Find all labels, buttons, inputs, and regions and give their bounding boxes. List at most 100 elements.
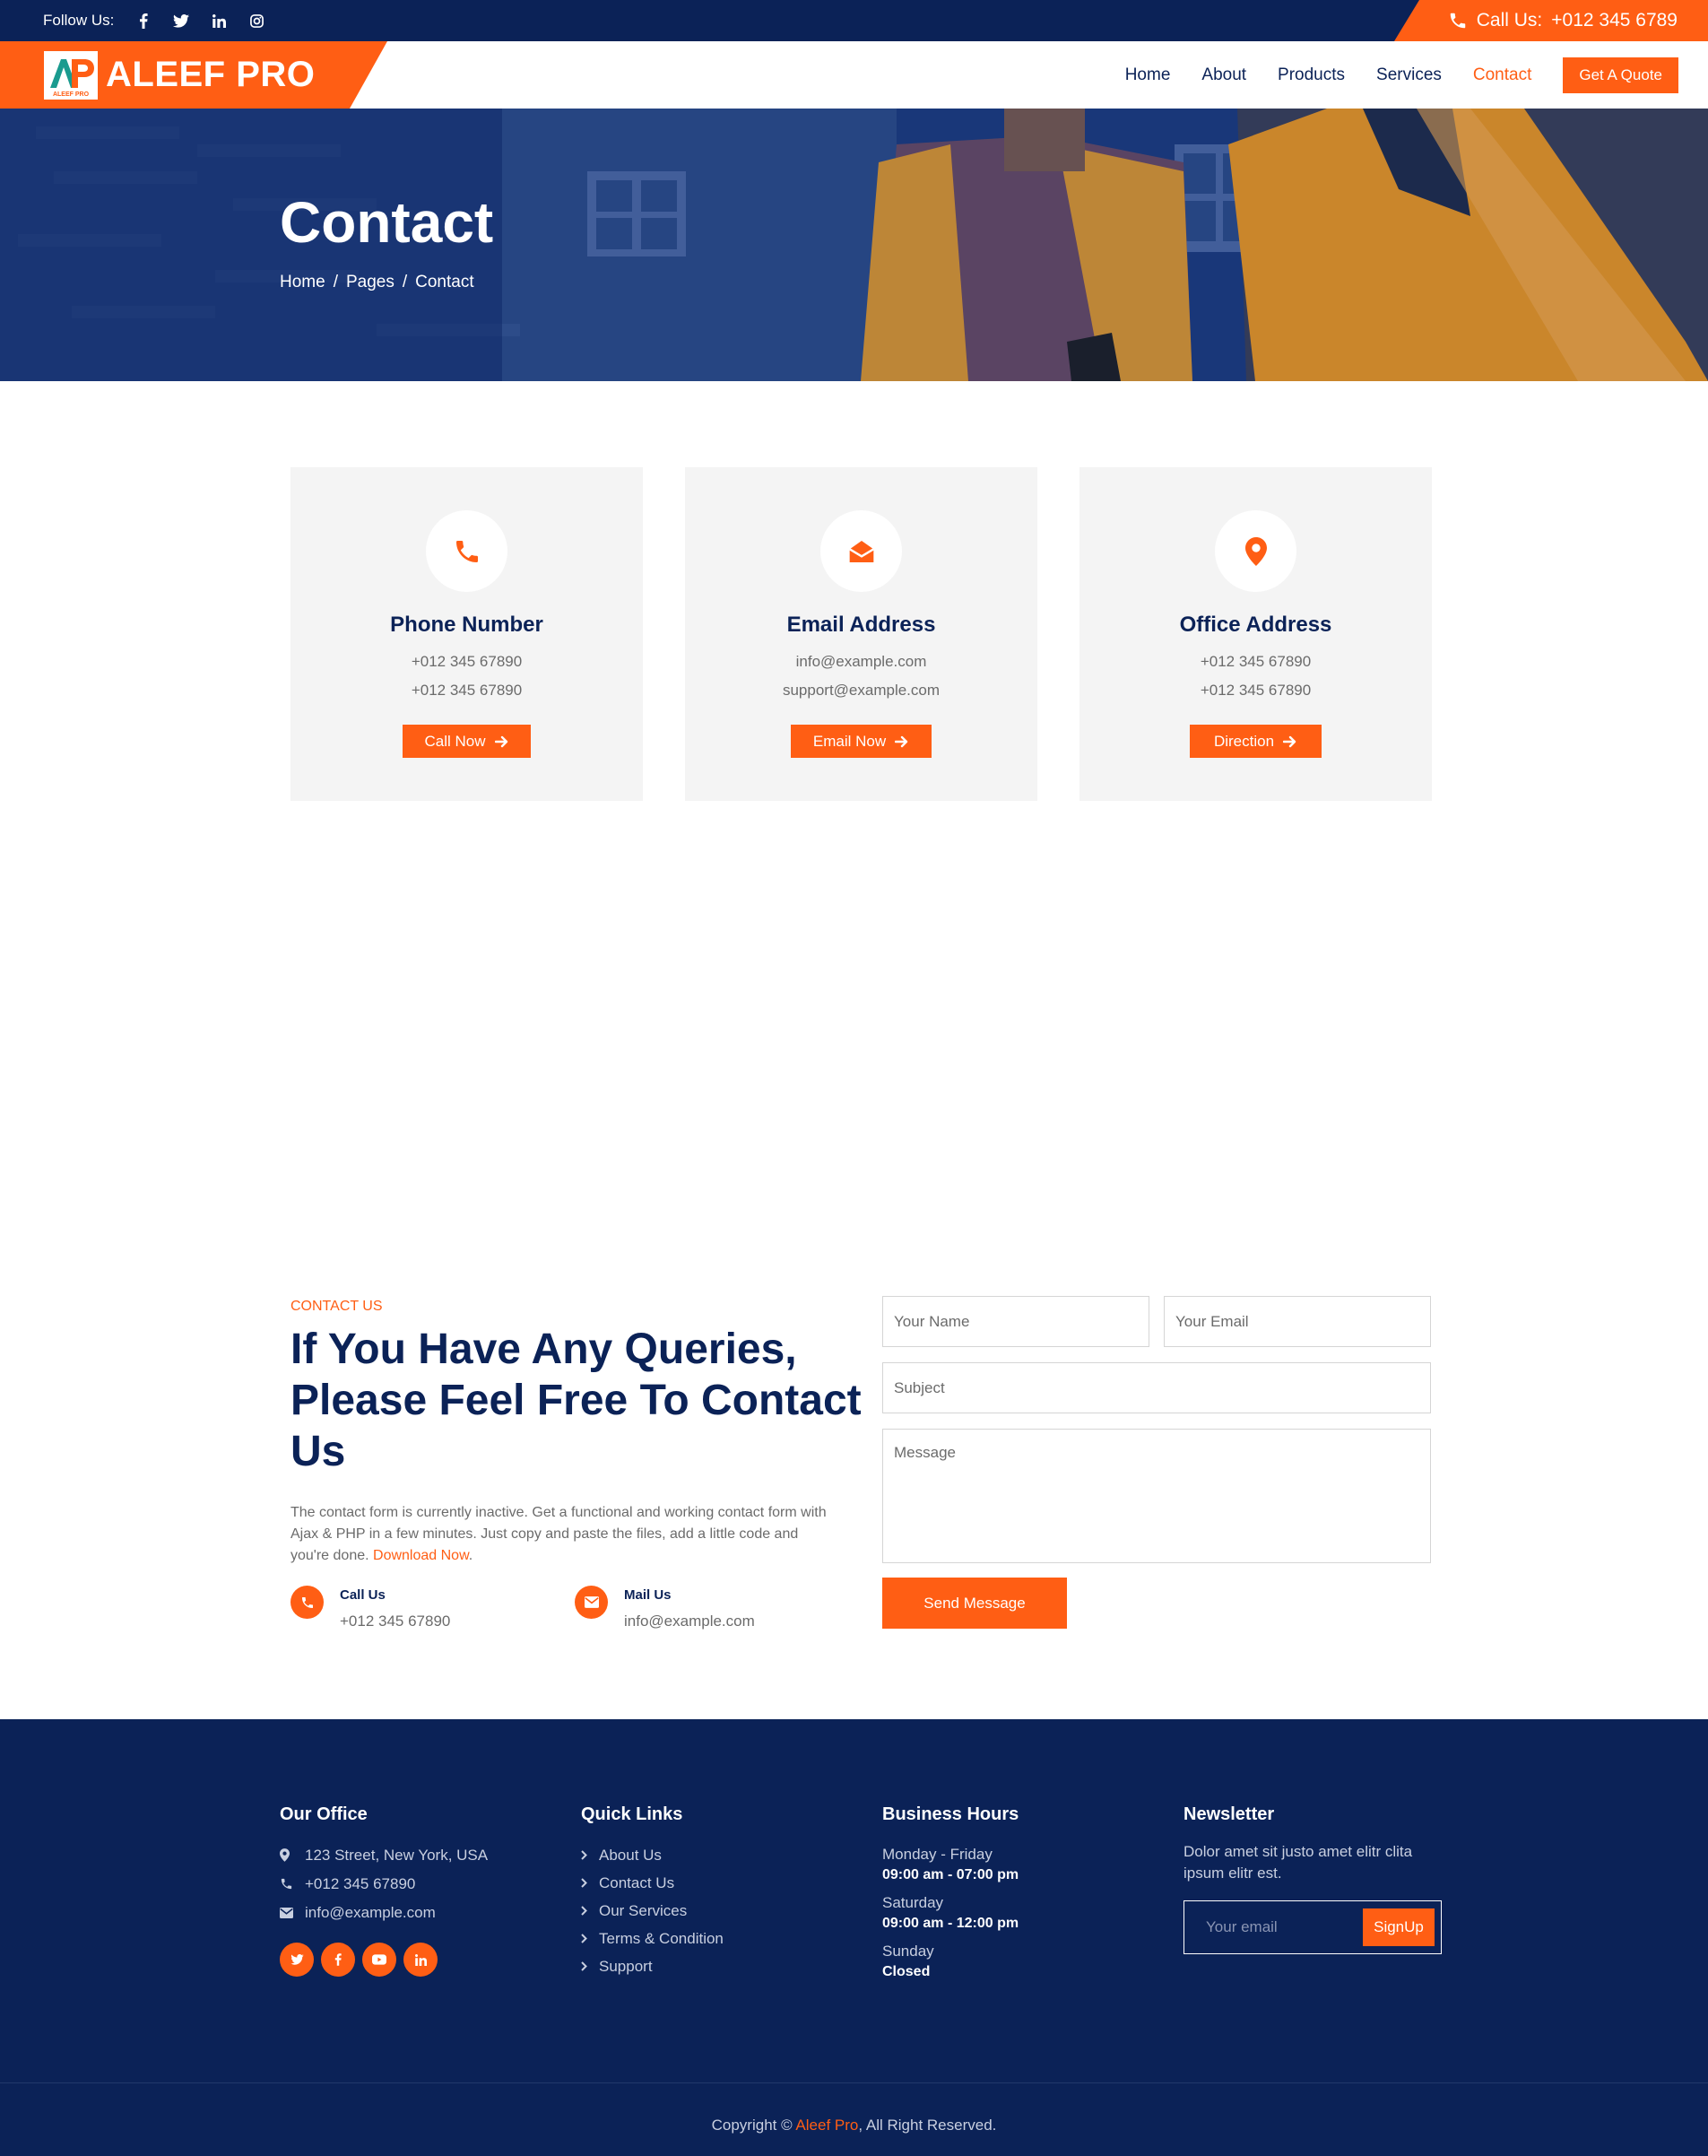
breadcrumb-pages[interactable]: Pages	[346, 273, 394, 292]
arrow-right-icon	[1283, 735, 1296, 747]
card-line: +012 345 67890	[1200, 682, 1312, 699]
page-title: Contact	[280, 190, 494, 255]
chevron-right-icon	[581, 1847, 599, 1865]
quick-link-label: Contact Us	[599, 1873, 675, 1891]
quick-link-contact[interactable]: Contact Us	[581, 1873, 724, 1892]
send-message-button[interactable]: Send Message	[882, 1578, 1067, 1629]
signup-button[interactable]: SignUp	[1363, 1908, 1435, 1946]
quick-link-about[interactable]: About Us	[581, 1846, 724, 1865]
facebook-icon[interactable]	[125, 0, 162, 41]
direction-button[interactable]: Direction	[1190, 725, 1322, 758]
your-email-input[interactable]	[1164, 1296, 1431, 1347]
subject-input[interactable]	[882, 1362, 1431, 1413]
button-label: Email Now	[812, 732, 887, 750]
envelope-icon	[280, 1907, 298, 1918]
brand[interactable]: ALEEF PRO ALEEF PRO	[0, 41, 387, 109]
facebook-icon[interactable]	[321, 1943, 355, 1977]
chevron-right-icon	[581, 1930, 599, 1948]
envelope-open-icon	[820, 510, 902, 592]
phone-icon	[1448, 11, 1468, 30]
instagram-icon[interactable]	[238, 0, 275, 41]
footer-divider	[0, 2082, 1708, 2083]
footer-heading: Quick Links	[581, 1804, 683, 1824]
email-now-button[interactable]: Email Now	[791, 725, 932, 758]
copyright: Copyright © Aleef Pro, All Right Reserve…	[0, 2117, 1708, 2134]
hours-day: Sunday	[882, 1943, 934, 1960]
twitter-icon[interactable]	[280, 1943, 314, 1977]
office-address: 123 Street, New York, USA	[280, 1846, 488, 1865]
chevron-right-icon	[581, 1902, 599, 1920]
breadcrumb-home[interactable]: Home	[280, 273, 325, 292]
card-line: info@example.com	[795, 653, 927, 670]
breadcrumb-separator: /	[333, 273, 338, 291]
navbar: ALEEF PRO ALEEF PRO Home About Products …	[0, 41, 1708, 109]
copyright-suffix: , All Right Reserved.	[858, 2117, 997, 2134]
call-us-label: Call Us:	[1476, 10, 1543, 30]
top-bar: Follow Us: Call Us: +012 345 6789	[0, 0, 1708, 41]
mail-us-info: Mail Us info@example.com	[575, 1586, 755, 1630]
card-title: Phone Number	[390, 613, 543, 637]
get-a-quote-button[interactable]: Get A Quote	[1563, 57, 1678, 93]
card-line: support@example.com	[782, 682, 941, 699]
phone-icon	[280, 1877, 298, 1891]
download-now-link[interactable]: Download Now	[373, 1548, 469, 1563]
quick-link-terms[interactable]: Terms & Condition	[581, 1929, 724, 1948]
hours-time: 09:00 am - 12:00 pm	[882, 1916, 1019, 1931]
footer-office: Our Office 123 Street, New York, USA +01…	[280, 1804, 488, 1977]
nav-products[interactable]: Products	[1278, 65, 1345, 85]
nav-home[interactable]: Home	[1125, 65, 1171, 85]
footer-heading: Our Office	[280, 1804, 368, 1824]
quick-link-label: Support	[599, 1957, 653, 1975]
call-now-button[interactable]: Call Now	[403, 725, 531, 758]
call-us-banner[interactable]: Call Us: +012 345 6789	[1394, 0, 1708, 41]
call-us-number: +012 345 6789	[1551, 10, 1678, 30]
twitter-icon[interactable]	[162, 0, 200, 41]
newsletter-email-input[interactable]	[1184, 1901, 1364, 1953]
breadcrumb-separator: /	[402, 273, 408, 291]
footer-heading: Newsletter	[1183, 1804, 1275, 1824]
your-name-input[interactable]	[882, 1296, 1149, 1347]
copyright-brand-link[interactable]: Aleef Pro	[795, 2117, 858, 2134]
period: .	[468, 1548, 473, 1563]
breadcrumb: Home / Pages / Contact	[280, 273, 474, 292]
linkedin-icon[interactable]	[200, 0, 238, 41]
quick-link-services[interactable]: Our Services	[581, 1901, 724, 1920]
brand-name: ALEEF PRO	[106, 55, 316, 94]
card-line: +012 345 67890	[1200, 653, 1312, 670]
paragraph-text: The contact form is currently inactive. …	[290, 1505, 827, 1563]
arrow-right-icon	[895, 735, 908, 747]
chevron-right-icon	[581, 1958, 599, 1976]
office-phone-text: +012 345 67890	[305, 1874, 416, 1892]
nav-about[interactable]: About	[1201, 65, 1246, 85]
logo: ALEEF PRO	[42, 49, 100, 101]
mail-us-value: info@example.com	[624, 1613, 755, 1630]
card-title: Email Address	[786, 613, 936, 637]
office-phone: +012 345 67890	[280, 1874, 488, 1893]
phone-icon	[426, 510, 507, 592]
footer-social	[280, 1943, 488, 1977]
hours-time: Closed	[882, 1964, 931, 1979]
footer-heading: Business Hours	[882, 1804, 1019, 1824]
nav-services[interactable]: Services	[1376, 65, 1442, 85]
logo-subtext: ALEEF PRO	[53, 91, 90, 98]
section-paragraph: The contact form is currently inactive. …	[290, 1502, 834, 1567]
breadcrumb-current: Contact	[415, 273, 474, 291]
hours-day: Saturday	[882, 1894, 944, 1911]
main-nav: Home About Products Services Contact Get…	[1094, 41, 1678, 109]
card-line: +012 345 67890	[411, 653, 523, 670]
card-title: Office Address	[1179, 613, 1332, 637]
nav-contact[interactable]: Contact	[1473, 65, 1531, 85]
call-us-title: Call Us	[340, 1587, 386, 1603]
message-textarea[interactable]	[882, 1429, 1431, 1563]
quick-link-label: Our Services	[599, 1901, 688, 1919]
linkedin-icon[interactable]	[403, 1943, 438, 1977]
quick-link-support[interactable]: Support	[581, 1957, 724, 1976]
button-label: Call Now	[424, 732, 486, 750]
quick-link-label: Terms & Condition	[599, 1929, 724, 1947]
call-us-value: +012 345 67890	[340, 1613, 451, 1630]
youtube-icon[interactable]	[362, 1943, 396, 1977]
newsletter-text: Dolor amet sit justo amet elitr clita ip…	[1183, 1843, 1413, 1882]
footer: Our Office 123 Street, New York, USA +01…	[0, 1719, 1708, 2156]
newsletter-form: SignUp	[1183, 1900, 1442, 1954]
email-card: Email Address info@example.com support@e…	[685, 467, 1037, 801]
